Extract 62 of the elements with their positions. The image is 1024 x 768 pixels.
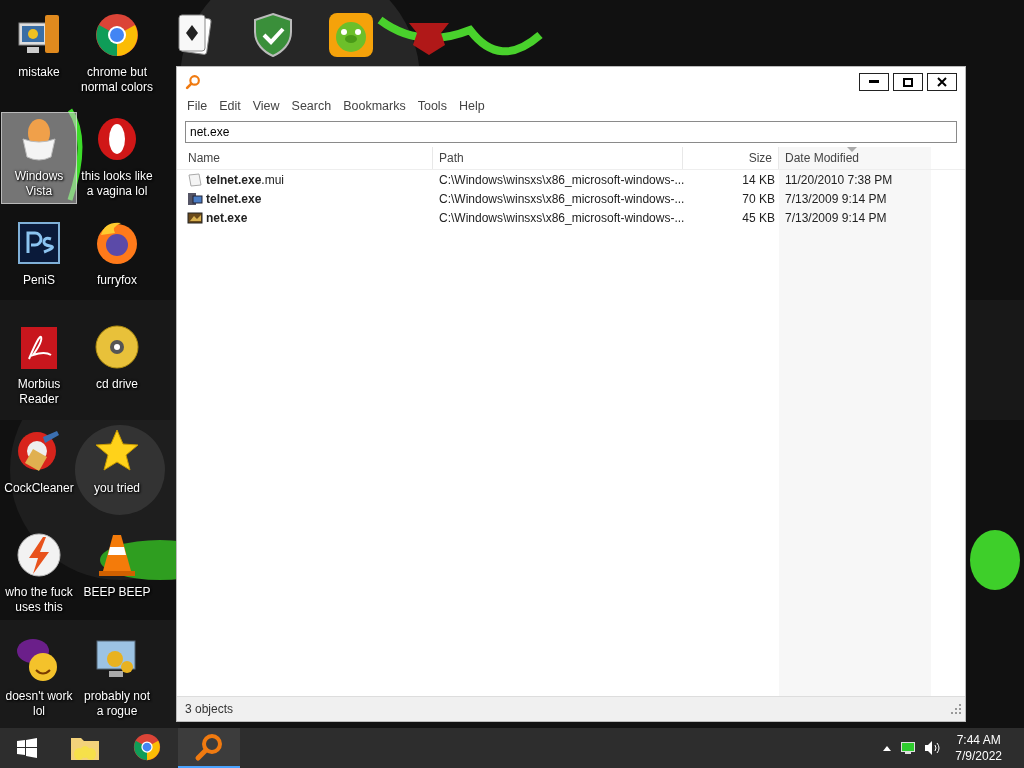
table-cell-text: 45 KB bbox=[741, 209, 776, 227]
table-cell-text: 70 KB bbox=[741, 190, 776, 208]
windows-logo-icon bbox=[17, 738, 37, 758]
desktop-icon[interactable]: probably not a rogue bbox=[79, 632, 155, 724]
desktop-icon[interactable]: cd drive bbox=[79, 320, 155, 397]
resize-grip-icon[interactable] bbox=[951, 704, 961, 714]
image-file-icon bbox=[187, 209, 203, 226]
desktop-icon[interactable]: furryfox bbox=[79, 216, 155, 293]
chrome-icon bbox=[93, 11, 141, 59]
minimize-icon bbox=[869, 80, 879, 84]
table-cell: 11/20/2010 7:38 PM bbox=[779, 170, 931, 189]
menu-item[interactable]: Edit bbox=[213, 99, 247, 113]
desktop-icon[interactable]: PeniS bbox=[1, 216, 77, 293]
table-cell-text: C:\Windows\winsxs\x86_microsoft-windows-... bbox=[438, 190, 683, 208]
desktop-icon[interactable]: Morbius Reader bbox=[1, 320, 77, 412]
photoshop-icon bbox=[15, 219, 63, 267]
speaker-icon[interactable] bbox=[925, 741, 942, 755]
close-icon bbox=[937, 77, 947, 87]
magnifier-icon bbox=[194, 732, 224, 762]
monitor-icon[interactable] bbox=[901, 742, 916, 754]
magnifier-icon bbox=[185, 74, 201, 90]
menu-item[interactable]: View bbox=[246, 99, 286, 113]
menu-item[interactable]: Search bbox=[285, 99, 338, 113]
desktop-icon[interactable]: BEEP BEEP bbox=[79, 528, 155, 605]
caret-up-icon[interactable] bbox=[883, 745, 892, 751]
menu-item[interactable]: File bbox=[181, 99, 214, 113]
menu-item[interactable]: Bookmarks bbox=[337, 99, 412, 113]
maximize-icon bbox=[903, 77, 913, 87]
desktop-icon[interactable]: who the fuck uses this bbox=[1, 528, 77, 620]
desktop-icon[interactable]: chrome but normal colors bbox=[79, 8, 155, 100]
minimize-button[interactable] bbox=[859, 73, 889, 91]
lightning-icon bbox=[15, 531, 63, 579]
desktop-icon[interactable]: this looks like a vagina lol bbox=[79, 112, 155, 204]
table-cell: 7/13/2009 9:14 PM bbox=[779, 189, 931, 208]
table-cell: net.exe bbox=[177, 208, 433, 227]
disc-icon bbox=[93, 323, 141, 371]
pig-icon bbox=[327, 11, 375, 59]
table-cell: telnet.exe bbox=[177, 189, 433, 208]
taskbar-button[interactable] bbox=[178, 728, 240, 768]
sort-arrow-icon bbox=[847, 147, 857, 153]
status-text: 3 objects bbox=[185, 702, 234, 716]
desktop-icon[interactable]: Windows Vista bbox=[1, 112, 77, 204]
maximize-button[interactable] bbox=[893, 73, 923, 91]
table-cell: telnet.exe.mui bbox=[177, 170, 433, 189]
desktop-icon[interactable]: mistake bbox=[1, 8, 77, 85]
desktop-icon[interactable]: doesn't work lol bbox=[1, 632, 77, 724]
close-button[interactable] bbox=[927, 73, 957, 91]
desktop-icon[interactable]: CockCleaner bbox=[1, 424, 77, 501]
search-field[interactable]: net.exe bbox=[185, 121, 957, 143]
table-cell-text: C:\Windows\winsxs\x86_microsoft-windows-... bbox=[438, 209, 683, 227]
table-cell: 7/13/2009 9:14 PM bbox=[779, 208, 931, 227]
column-header[interactable]: Date Modified bbox=[779, 147, 931, 169]
menu-item[interactable]: Tools bbox=[411, 99, 453, 113]
chrome-icon bbox=[132, 732, 162, 762]
file-icon bbox=[187, 171, 203, 188]
column-header[interactable]: Path bbox=[433, 147, 683, 169]
table-cell-text: 14 KB bbox=[741, 171, 776, 189]
computer-icon bbox=[187, 190, 203, 207]
menu-item[interactable]: Help bbox=[452, 99, 491, 113]
column-header[interactable]: Name bbox=[177, 147, 433, 169]
clock[interactable]: 7:44 AM 7/9/2022 bbox=[951, 732, 1006, 764]
table-cell-text: C:\Windows\winsxs\x86_microsoft-windows-... bbox=[438, 171, 683, 189]
